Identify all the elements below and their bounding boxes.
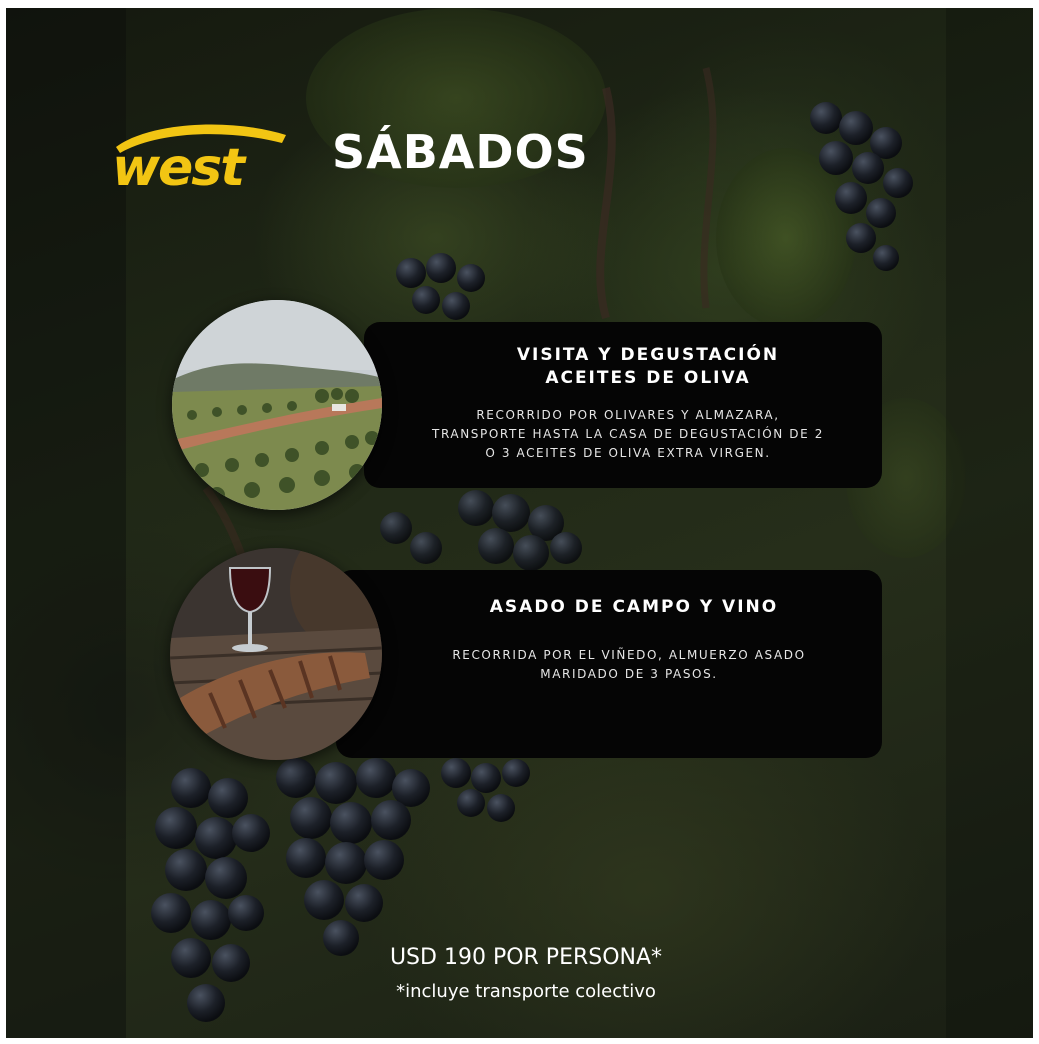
desc-line: O 3 ACEITES DE OLIVA EXTRA VIRGEN. [485,446,771,460]
experience-description: RECORRIDA POR EL VIÑEDO, ALMUERZO ASADO … [396,646,862,684]
desc-line: MARIDADO DE 3 PASOS. [540,667,718,681]
desc-line: RECORRIDO POR OLIVARES Y ALMAZARA, [476,408,780,422]
price-label: USD 190 POR PERSONA* [389,945,663,970]
experience-card-olive-oil: VISITA Y DEGUSTACIÓN ACEITES DE OLIVA RE… [364,322,882,488]
experience-title: VISITA Y DEGUSTACIÓN ACEITES DE OLIVA [424,344,872,390]
promo-poster: west SÁBADOS VISITA Y DEGUSTACIÓN ACEITE… [6,8,1033,1038]
price-note: *incluye transporte colectivo [396,981,656,1002]
title-line: ACEITES DE OLIVA [545,368,751,388]
logo-wordmark: west [112,138,247,191]
west-logo: west [108,111,298,191]
asado-wine-photo [170,548,382,760]
experience-title: ASADO DE CAMPO Y VINO [489,597,779,617]
experience-description: RECORRIDO POR OLIVARES Y ALMAZARA, TRANS… [384,406,872,463]
desc-line: RECORRIDA POR EL VIÑEDO, ALMUERZO ASADO [452,648,806,662]
page-title: SÁBADOS [332,125,589,179]
experience-card-asado: ASADO DE CAMPO Y VINO RECORRIDA POR EL V… [336,570,882,758]
desc-line: TRANSPORTE HASTA LA CASA DE DEGUSTACIÓN … [432,427,824,441]
olive-grove-photo [172,300,382,510]
title-line: VISITA Y DEGUSTACIÓN [516,345,780,365]
